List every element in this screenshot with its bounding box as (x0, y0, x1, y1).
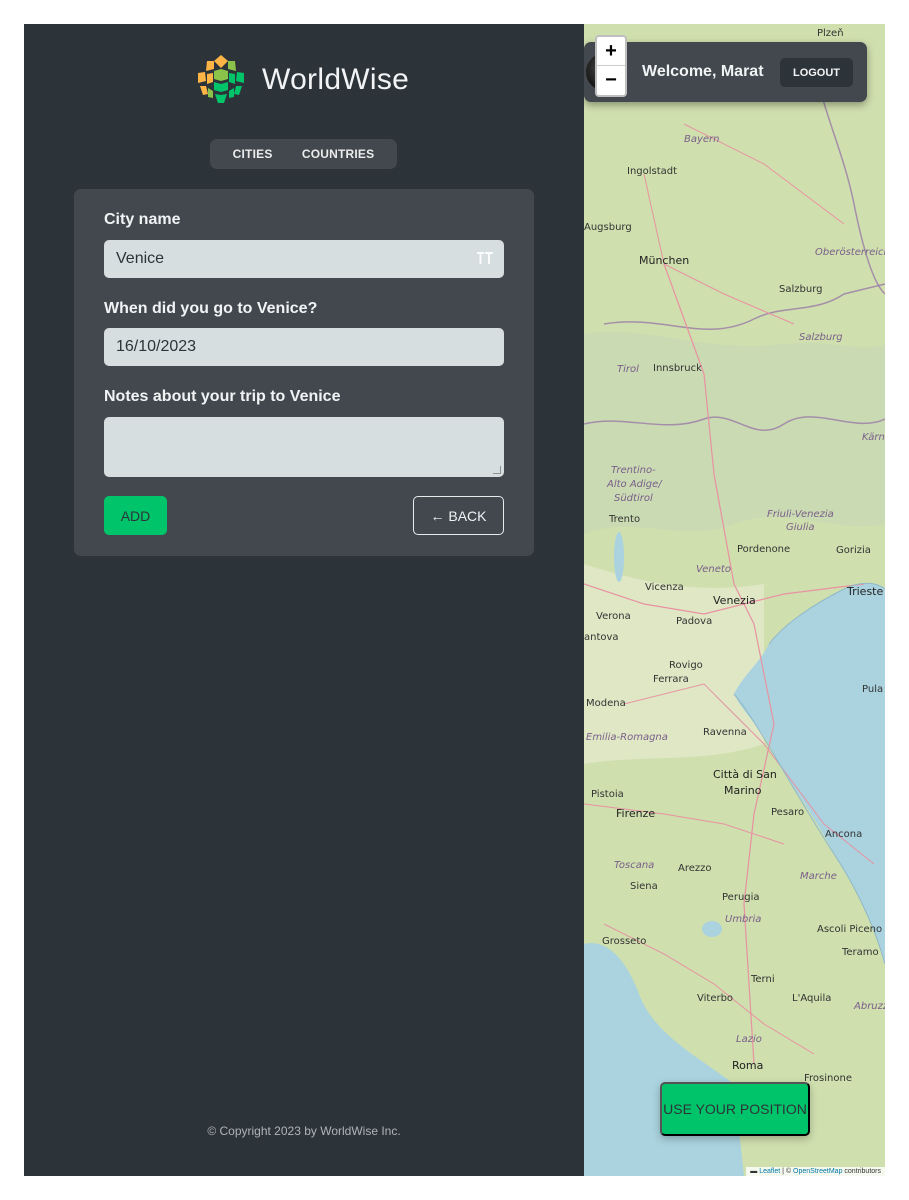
map-label: Abruzz (854, 1001, 885, 1012)
map-label: Trento (609, 514, 641, 525)
map-label: Südtirol (614, 493, 653, 504)
map-label: Marino (724, 784, 762, 797)
ukraine-flag-icon: ▬ (750, 1168, 758, 1175)
attribution-contributors: contributors (842, 1168, 881, 1175)
date-value: 16/10/2023 (116, 338, 197, 355)
copyright-footer: © Copyright 2023 by WorldWise Inc. (207, 1124, 401, 1138)
map-label: Toscana (614, 860, 655, 871)
map-label: Trentino- (611, 465, 656, 476)
map-label: Lazio (736, 1034, 762, 1045)
map-label: Umbria (725, 914, 762, 925)
map-label: Emilia-Romagna (586, 732, 668, 743)
map-label: Terni (751, 974, 775, 985)
map-label: Plzeň (817, 28, 844, 39)
map-label: Salzburg (779, 284, 823, 295)
map-label: Oberösterreich (815, 247, 885, 258)
app-name: WorldWise (262, 63, 410, 96)
map-label: München (639, 254, 690, 267)
resize-grip-icon[interactable] (493, 466, 501, 474)
map-label: Alto Adige/ (607, 479, 662, 490)
back-button[interactable]: ← BACK (413, 496, 504, 535)
map-label: Perugia (722, 892, 760, 903)
map-label: Roma (732, 1059, 764, 1072)
map-container[interactable]: Plzeň Bayern Ingolstadt Augsburg München… (584, 24, 885, 1176)
date-label: When did you go to Venice? (104, 300, 318, 317)
add-city-form: City name Venice When did you go to Veni… (74, 189, 534, 556)
map-label: Tirol (617, 364, 639, 375)
map-label: Kärn (862, 432, 885, 443)
map-label: Trieste (847, 585, 884, 598)
map-label: Teramo (842, 947, 879, 958)
osm-link[interactable]: OpenStreetMap (793, 1168, 842, 1175)
map-label: Vicenza (645, 582, 684, 593)
attribution-separator: | © (780, 1168, 794, 1175)
map-label: Veneto (696, 564, 731, 575)
map-label: Verona (596, 611, 631, 622)
city-name-input[interactable]: Venice (104, 240, 504, 278)
map-label: Ingolstadt (627, 166, 678, 177)
city-name-value: Venice (116, 250, 165, 267)
sidebar: WorldWise CITIES COUNTRIES City name Ven… (24, 24, 584, 1176)
leaflet-link[interactable]: Leaflet (759, 1168, 780, 1175)
zoom-in-button[interactable]: + (597, 37, 625, 66)
worldwise-logo-icon (195, 54, 247, 106)
map-label: Bayern (684, 134, 720, 145)
map-label: Marche (800, 871, 837, 882)
notes-label: Notes about your trip to Venice (104, 388, 341, 405)
map-label: Giulia (786, 522, 815, 533)
map-label: Ancona (825, 829, 863, 840)
map-label: Gorizia (836, 545, 871, 556)
map-label: Firenze (616, 807, 656, 820)
map-label: Salzburg (799, 332, 843, 343)
tab-cities[interactable]: CITIES (233, 147, 273, 161)
map-label: Innsbruck (653, 363, 702, 374)
map-label: Frosinone (804, 1073, 852, 1084)
map-label: Augsburg (584, 222, 632, 233)
map-label: Pordenone (737, 544, 791, 555)
map-label: Siena (630, 881, 658, 892)
map-label: antova (584, 632, 619, 643)
map-label: Pula (862, 684, 884, 695)
map-label: Rovigo (669, 660, 703, 671)
map-label: Ferrara (653, 674, 689, 685)
map-attribution: ▬ Leaflet | © OpenStreetMap contributors (746, 1167, 885, 1176)
text-format-icon (476, 251, 494, 268)
nav-tabs: CITIES COUNTRIES (210, 139, 397, 169)
map-label: Arezzo (678, 863, 712, 874)
map-label: Padova (676, 616, 713, 627)
map-label: Friuli-Venezia (767, 509, 834, 520)
map-label: Viterbo (697, 993, 734, 1004)
app-layout: WorldWise CITIES COUNTRIES City name Ven… (24, 24, 885, 1176)
use-position-button[interactable]: USE YOUR POSITION (660, 1082, 810, 1136)
map-label: Ascoli Piceno (817, 924, 883, 935)
map-label: Città di San (713, 768, 777, 781)
add-button[interactable]: ADD (104, 496, 167, 535)
tab-countries[interactable]: COUNTRIES (302, 147, 374, 161)
map-label: Pesaro (771, 807, 805, 818)
map-label: Pistoia (591, 789, 624, 800)
logout-button[interactable]: LOGOUT (780, 58, 853, 87)
notes-textarea[interactable] (104, 417, 504, 477)
city-name-label: City name (104, 211, 181, 228)
zoom-control: + − (595, 35, 627, 97)
map-label: Grosseto (602, 936, 647, 947)
map-label: Ravenna (703, 727, 747, 738)
date-input[interactable]: 16/10/2023 (104, 328, 504, 366)
logo[interactable]: WorldWise (194, 53, 409, 107)
zoom-out-button[interactable]: − (597, 66, 625, 95)
map-label: Modena (586, 698, 626, 709)
map-label: Venezia (713, 594, 756, 607)
welcome-text: Welcome, Marat (642, 63, 764, 80)
map-label: L'Aquila (792, 993, 832, 1004)
